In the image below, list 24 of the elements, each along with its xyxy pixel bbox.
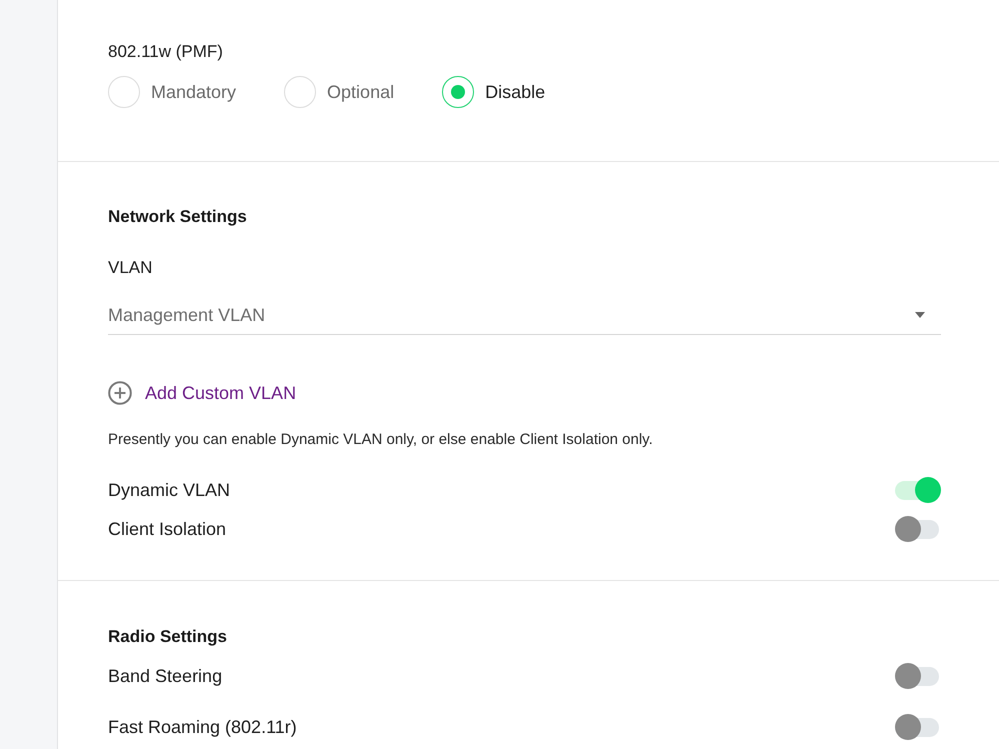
radio-label: Disable — [485, 81, 546, 103]
section-title: Radio Settings — [108, 626, 228, 648]
add-custom-vlan-link[interactable]: Add Custom VLAN — [108, 381, 296, 405]
toggle-label: Client Isolation — [108, 518, 226, 540]
radio-button[interactable] — [284, 76, 316, 108]
toggle-label: Fast Roaming (802.11r) — [108, 716, 297, 738]
toggle-label: Dynamic VLAN — [108, 479, 230, 501]
plus-icon — [108, 381, 132, 405]
toggle-switch[interactable] — [895, 516, 941, 542]
section-title: Network Settings — [108, 206, 247, 228]
radio-button[interactable] — [108, 76, 140, 108]
vlan-dropdown[interactable]: Management VLAN — [108, 296, 941, 335]
dropdown-value: Management VLAN — [108, 304, 266, 326]
toggle-switch[interactable] — [895, 477, 941, 503]
radio-label: Mandatory — [151, 81, 236, 103]
caret-icon — [915, 312, 925, 318]
toggle-switch[interactable] — [895, 714, 941, 740]
toggle-switch[interactable] — [895, 663, 941, 689]
field-label: 802.11w (PMF) — [108, 41, 223, 63]
radio-label: Optional — [327, 81, 394, 103]
radio-button[interactable] — [442, 76, 474, 108]
field-label: VLAN — [108, 257, 152, 279]
info-text: Presently you can enable Dynamic VLAN only, or else enable Client Isolation only. — [108, 430, 653, 450]
toggle-label: Band Steering — [108, 665, 222, 687]
